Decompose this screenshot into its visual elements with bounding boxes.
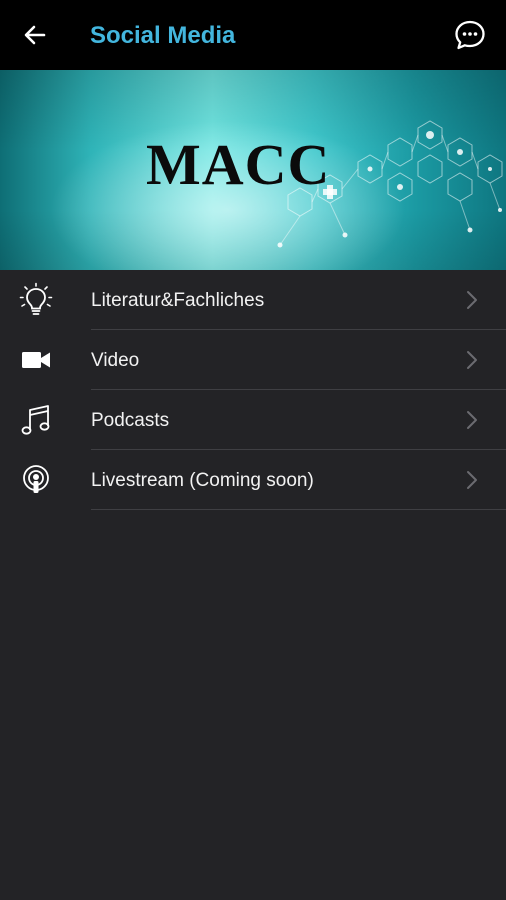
banner-logo: MACC	[146, 132, 331, 197]
page-title: Social Media	[90, 22, 236, 49]
menu-item-label: Livestream (Coming soon)	[91, 470, 314, 491]
podcast-broadcast-icon	[16, 462, 56, 498]
menu-item-video[interactable]: Video	[0, 330, 506, 390]
chevron-right-icon	[467, 291, 477, 309]
menu-list: Literatur&Fachliches Video Podcasts Live…	[0, 270, 506, 510]
app-header: Social Media	[0, 0, 506, 70]
menu-item-label: Literatur&Fachliches	[91, 290, 265, 311]
back-button[interactable]	[18, 18, 52, 52]
banner-image: MACC	[0, 70, 506, 270]
menu-item-podcasts[interactable]: Podcasts	[0, 390, 506, 450]
lightbulb-icon	[16, 282, 56, 318]
menu-item-livestream[interactable]: Livestream (Coming soon)	[0, 450, 506, 510]
music-note-icon	[16, 402, 56, 438]
video-camera-icon	[16, 342, 56, 378]
divider	[91, 509, 506, 510]
chevron-right-icon	[467, 411, 477, 429]
chevron-right-icon	[467, 471, 477, 489]
menu-item-label: Podcasts	[91, 410, 170, 431]
back-arrow-icon	[24, 25, 46, 45]
menu-item-literatur[interactable]: Literatur&Fachliches	[0, 270, 506, 330]
menu-item-label: Video	[91, 350, 140, 371]
chevron-right-icon	[467, 351, 477, 369]
chat-bubble-icon	[455, 20, 485, 50]
chat-button[interactable]	[452, 17, 488, 53]
